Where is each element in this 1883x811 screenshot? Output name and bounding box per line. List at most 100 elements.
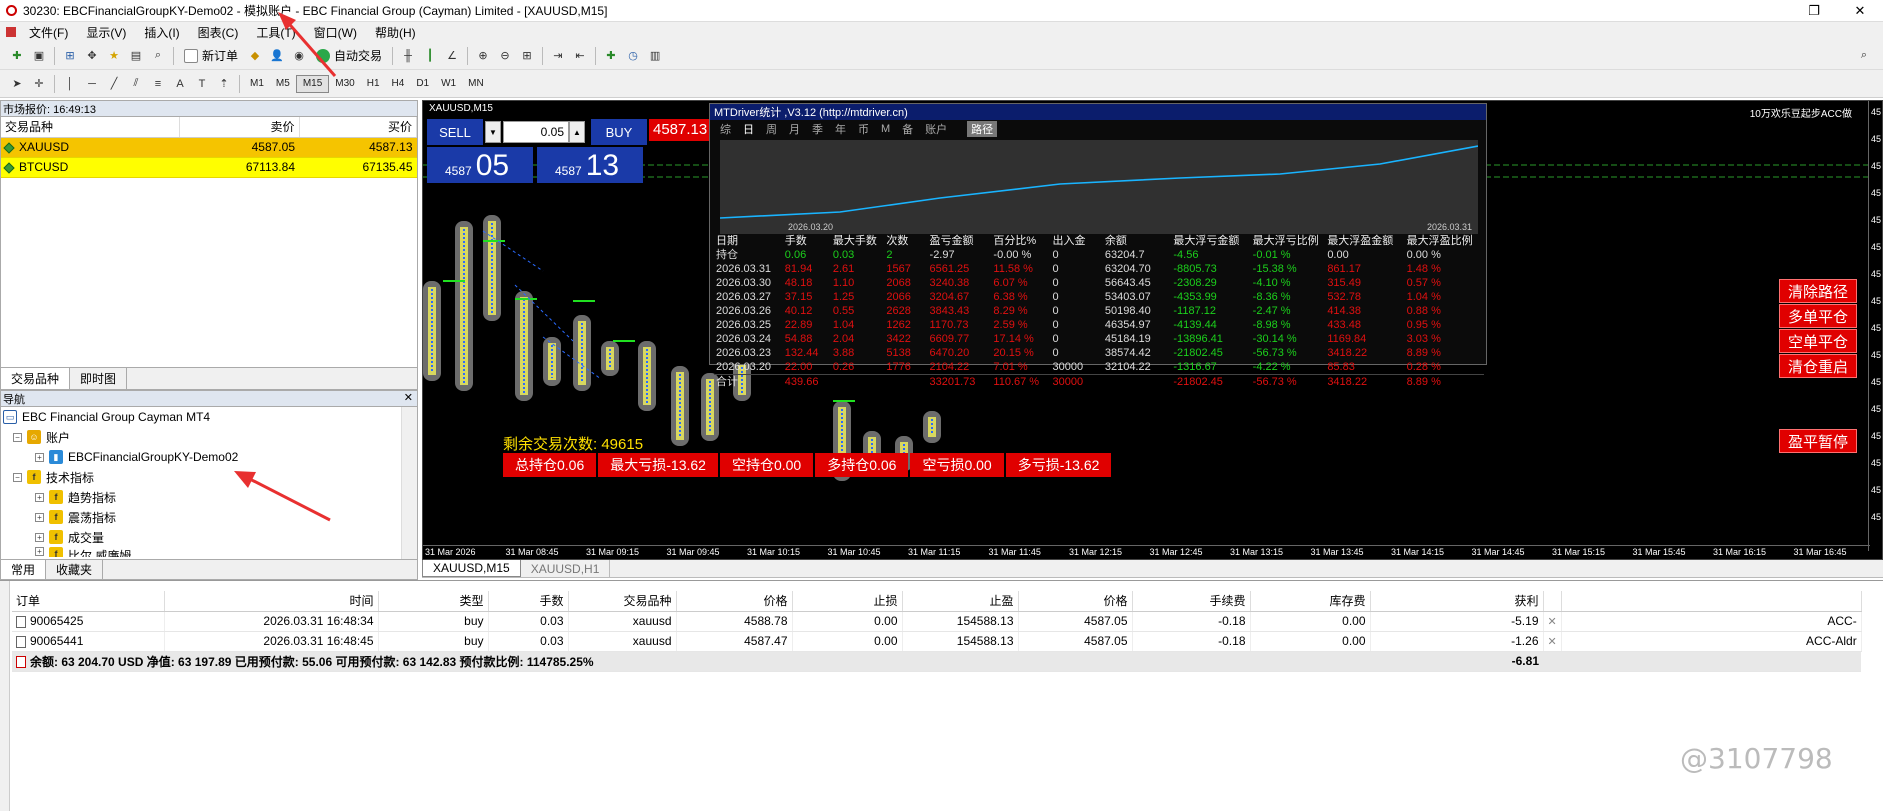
tab-common[interactable]: 常用: [1, 560, 47, 579]
chart-window[interactable]: XAUUSD,M15 10万欢乐豆起步ACC做 SELL ▼ 0.05 ▲ BU…: [422, 100, 1883, 560]
timeframe-m5[interactable]: M5: [270, 75, 296, 93]
templates-icon[interactable]: ▥: [646, 47, 664, 65]
channel-icon[interactable]: ⫽: [127, 75, 145, 93]
timeframe-m15[interactable]: M15: [295, 74, 330, 93]
trendline-icon[interactable]: ╱: [105, 75, 123, 93]
expand-icon[interactable]: +: [35, 547, 44, 556]
col-symbol[interactable]: 交易品种: [568, 591, 677, 612]
zoom-out-icon[interactable]: ⊖: [496, 47, 514, 65]
col-ask[interactable]: 买价: [299, 117, 417, 138]
timeframe-w1[interactable]: W1: [435, 75, 462, 93]
signals-icon[interactable]: ◉: [290, 47, 308, 65]
close-long-button[interactable]: 多单平仓: [1779, 304, 1857, 328]
tree-accounts[interactable]: − ☺ 账户: [3, 427, 417, 447]
profiles-icon[interactable]: ▣: [30, 47, 48, 65]
lot-size-input[interactable]: 0.05: [503, 121, 569, 143]
search-icon[interactable]: ⌕: [1855, 47, 1873, 65]
trade-row[interactable]: 90065425 2026.03.31 16:48:34 buy 0.03 xa…: [12, 611, 1862, 632]
timeframe-d1[interactable]: D1: [410, 75, 435, 93]
close-all-restart-button[interactable]: 清仓重启: [1779, 354, 1857, 378]
expand-icon[interactable]: +: [35, 532, 44, 542]
fibonacci-icon[interactable]: ≡: [149, 75, 167, 93]
col-time[interactable]: 时间: [164, 591, 379, 612]
col-type[interactable]: 类型: [378, 591, 489, 612]
vertical-line-icon[interactable]: │: [61, 75, 79, 93]
timeframe-mn[interactable]: MN: [462, 75, 490, 93]
tab-xauusd-h1[interactable]: XAUUSD,H1: [521, 560, 611, 577]
tester-icon[interactable]: ⌕: [149, 47, 167, 65]
close-order-icon[interactable]: ✕: [1543, 631, 1562, 652]
lot-spinner-icon[interactable]: ▲: [569, 121, 585, 143]
menu-file[interactable]: 文件(F): [20, 24, 77, 41]
collapse-icon[interactable]: −: [13, 472, 22, 482]
horizontal-line-icon[interactable]: ─: [83, 75, 101, 93]
trade-row[interactable]: 90065441 2026.03.31 16:48:45 buy 0.03 xa…: [12, 631, 1862, 652]
mtdriver-nav-week[interactable]: 周: [766, 121, 777, 137]
tab-symbols[interactable]: 交易品种: [1, 368, 71, 389]
close-order-icon[interactable]: ✕: [1543, 611, 1562, 632]
new-order-button[interactable]: 新订单: [178, 45, 244, 67]
col-open-price[interactable]: 价格: [676, 591, 793, 612]
periods-icon[interactable]: ◷: [624, 47, 642, 65]
tree-broker[interactable]: ▭ EBC Financial Group Cayman MT4: [3, 407, 417, 427]
bar-chart-icon[interactable]: ╫: [399, 47, 417, 65]
symbol-row-btcusd[interactable]: BTCUSD 67113.84 67135.45: [1, 157, 417, 178]
mtdriver-nav-m[interactable]: M: [881, 123, 890, 135]
app-menu-icon[interactable]: [6, 27, 16, 37]
chart-shift-icon[interactable]: ⇤: [571, 47, 589, 65]
col-symbol[interactable]: 交易品种: [1, 117, 180, 138]
menu-window[interactable]: 窗口(W): [305, 24, 366, 41]
mtdriver-nav-month[interactable]: 月: [789, 121, 800, 137]
buy-button[interactable]: BUY: [591, 119, 647, 145]
account-icon[interactable]: 👤: [268, 47, 286, 65]
col-tp[interactable]: 止盈: [902, 591, 1019, 612]
zoom-in-icon[interactable]: ⊕: [474, 47, 492, 65]
sell-button[interactable]: SELL: [427, 119, 483, 145]
col-price[interactable]: 价格: [1018, 591, 1133, 612]
col-swap[interactable]: 库存费: [1250, 591, 1371, 612]
data-window-icon[interactable]: ✥: [83, 47, 101, 65]
symbol-row-xauusd[interactable]: XAUUSD 4587.05 4587.13: [1, 137, 417, 158]
tree-indicators[interactable]: − f 技术指标: [3, 467, 417, 487]
close-short-button[interactable]: 空单平仓: [1779, 329, 1857, 353]
expand-icon[interactable]: +: [35, 492, 44, 502]
col-order[interactable]: 订单: [12, 591, 165, 612]
crosshair-icon[interactable]: ✛: [30, 75, 48, 93]
mtdriver-nav-account[interactable]: 账户: [925, 121, 947, 137]
tree-account-item[interactable]: + ▮ EBCFinancialGroupKY-Demo02: [3, 447, 417, 467]
collapse-icon[interactable]: −: [13, 432, 22, 442]
mtdriver-nav-year[interactable]: 年: [835, 121, 846, 137]
menu-charts[interactable]: 图表(C): [189, 24, 248, 41]
tree-indicator-volumes[interactable]: + f 成交量: [3, 527, 417, 547]
col-lots[interactable]: 手数: [488, 591, 569, 612]
tile-windows-icon[interactable]: ⊞: [518, 47, 536, 65]
tree-indicator-trend[interactable]: + f 趋势指标: [3, 487, 417, 507]
navigator-scrollbar[interactable]: [401, 407, 417, 561]
terminal-icon[interactable]: ▤: [127, 47, 145, 65]
timeframe-m1[interactable]: M1: [244, 75, 270, 93]
tree-indicator-oscillators[interactable]: + f 震荡指标: [3, 507, 417, 527]
pause-button[interactable]: 盈平暂停: [1779, 429, 1857, 453]
label-icon[interactable]: T: [193, 75, 211, 93]
cursor-icon[interactable]: ➤: [8, 75, 26, 93]
timeframe-h4[interactable]: H4: [386, 75, 411, 93]
autoscroll-icon[interactable]: ⇥: [549, 47, 567, 65]
clear-path-button[interactable]: 清除路径: [1779, 279, 1857, 303]
timeframe-h1[interactable]: H1: [361, 75, 386, 93]
mtdriver-path-button[interactable]: 路径: [967, 121, 998, 137]
col-commission[interactable]: 手续费: [1132, 591, 1251, 612]
arrows-icon[interactable]: ⇡: [215, 75, 233, 93]
menu-insert[interactable]: 插入(I): [135, 24, 188, 41]
expand-icon[interactable]: +: [35, 512, 44, 522]
mtdriver-nav-currency[interactable]: 币: [858, 121, 869, 137]
new-chart-icon[interactable]: ✚: [8, 47, 26, 65]
line-chart-icon[interactable]: ∠: [443, 47, 461, 65]
restore-window-icon[interactable]: ❐: [1791, 0, 1837, 22]
indicators-icon[interactable]: ✚: [602, 47, 620, 65]
tab-tick-chart[interactable]: 即时图: [70, 368, 128, 389]
col-sl[interactable]: 止损: [792, 591, 903, 612]
ask-price-box[interactable]: 4587 13: [537, 147, 643, 183]
menu-tools[interactable]: 工具(T): [247, 24, 304, 41]
menu-help[interactable]: 帮助(H): [366, 24, 425, 41]
market-watch-icon[interactable]: ⊞: [61, 47, 79, 65]
